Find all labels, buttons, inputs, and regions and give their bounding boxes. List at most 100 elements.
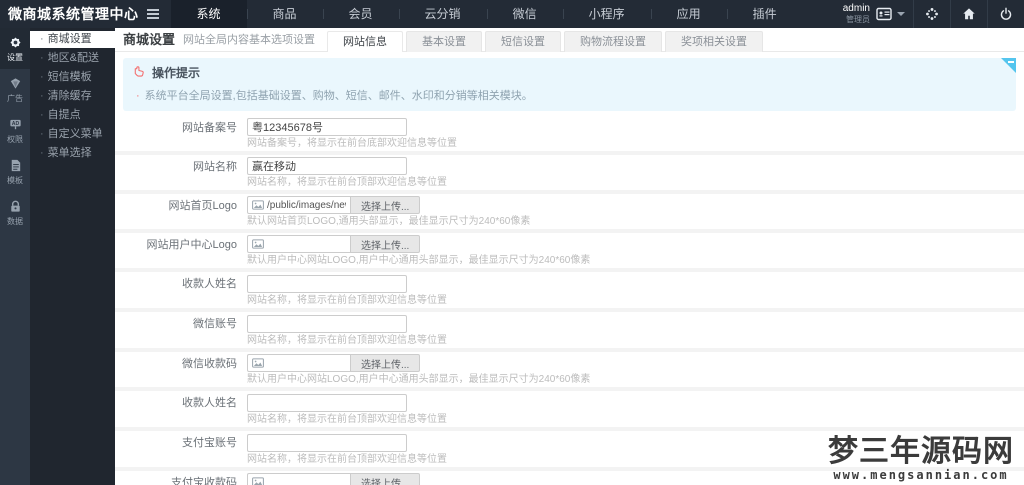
field-help: 网站备案号，将显示在前台底部欢迎信息等位置 xyxy=(247,138,457,149)
top-menu-item[interactable]: 会员 xyxy=(322,0,399,28)
image-icon xyxy=(252,200,264,210)
field-help: 网站名称，将显示在前台顶部欢迎信息等位置 xyxy=(247,454,447,465)
user-menu[interactable]: admin 管理员 xyxy=(843,4,870,24)
tab[interactable]: 奖项相关设置 xyxy=(665,31,764,52)
top-menu: 系统 商品 会员 云分销 微信 小程序 应用 插件 xyxy=(170,0,803,28)
form-row: 微信账号 网站名称，将显示在前台顶部欢迎信息等位置 xyxy=(115,308,1024,348)
rail-item[interactable]: 广告 xyxy=(0,69,30,110)
tab[interactable]: 短信设置 xyxy=(485,31,562,52)
form-row: 网站备案号 网站备案号，将显示在前台底部欢迎信息等位置 xyxy=(115,116,1024,151)
chevron-down-icon[interactable] xyxy=(897,12,905,16)
field-input[interactable] xyxy=(247,315,407,333)
watermark-title: 梦三年源码网 xyxy=(828,433,1014,469)
top-menu-item[interactable]: 应用 xyxy=(650,0,727,28)
upload-button[interactable]: 选择上传... xyxy=(351,235,421,253)
watermark: 梦三年源码网 www.mengsannian.com xyxy=(828,433,1014,482)
submenu-item[interactable]: 自定义菜单 xyxy=(30,126,115,143)
rail-item[interactable]: 模板 xyxy=(0,151,30,192)
upload-path-box[interactable] xyxy=(247,473,351,485)
upload-button[interactable]: 选择上传... xyxy=(351,473,421,485)
top-menu-item[interactable]: 微信 xyxy=(486,0,563,28)
submenu-item[interactable]: 清除缓存 xyxy=(30,88,115,105)
field-label: 网站名称 xyxy=(193,161,237,173)
notice-title: 操作提示 xyxy=(152,66,201,80)
watermark-url: www.mengsannian.com xyxy=(833,468,1009,482)
form-row: 收款人姓名 网站名称，将显示在前台顶部欢迎信息等位置 xyxy=(115,268,1024,308)
document-icon xyxy=(0,158,30,173)
rail-item-label: 数据 xyxy=(7,217,23,226)
field-label: 网站首页Logo xyxy=(168,200,237,212)
tab[interactable]: 基本设置 xyxy=(406,31,483,52)
field-help: 默认用户中心网站LOGO,用户中心通用头部显示，最佳显示尺寸为240*60像素 xyxy=(247,255,591,266)
home-icon[interactable] xyxy=(951,0,987,28)
upload-path-box[interactable] xyxy=(247,354,351,372)
field-help: 网站名称，将显示在前台顶部欢迎信息等位置 xyxy=(247,414,447,425)
field-input[interactable] xyxy=(247,118,407,136)
submenu-item[interactable]: 商城设置 xyxy=(25,31,115,48)
user-name: admin xyxy=(842,3,870,14)
field-input[interactable] xyxy=(247,157,407,175)
field-help: 默认网站首页LOGO,通用头部显示，最佳显示尺寸为240*60像素 xyxy=(247,216,531,227)
app-title: 微商城系统管理中心 xyxy=(8,6,139,22)
page-subtitle: 网站全局内容基本选项设置 xyxy=(183,34,316,46)
submenu-item[interactable]: 自提点 xyxy=(30,107,115,124)
form-row: 网站用户中心Logo 选择上传... 默认用户中心网站LOGO,用户中心通用头部… xyxy=(115,229,1024,268)
notice-box: 操作提示 系统平台全局设置,包括基础设置、购物、短信、邮件、水印和分销等相关模块… xyxy=(123,58,1016,111)
tab[interactable]: 网站信息 xyxy=(327,31,404,52)
user-role: 管理员 xyxy=(846,15,870,24)
page-title: 商城设置 xyxy=(123,32,176,47)
diamond-icon xyxy=(0,76,30,91)
submenu-sidebar: 商城设置地区&配送短信模板清除缓存自提点自定义菜单菜单选择 xyxy=(25,28,115,485)
top-menu-item[interactable]: 云分销 xyxy=(398,0,487,28)
tab[interactable]: 购物流程设置 xyxy=(564,31,663,52)
field-label: 支付宝账号 xyxy=(182,437,237,449)
ad-sign-icon: AD xyxy=(0,117,30,132)
notice-line: 系统平台全局设置,包括基础设置、购物、短信、邮件、水印和分销等相关模块。 xyxy=(133,87,1006,103)
top-menu-item[interactable]: 商品 xyxy=(246,0,323,28)
form-row: 收款人姓名 网站名称，将显示在前台顶部欢迎信息等位置 xyxy=(115,387,1024,427)
clear-cache-icon[interactable] xyxy=(914,0,950,28)
field-help: 网站名称，将显示在前台顶部欢迎信息等位置 xyxy=(247,295,447,306)
id-card-icon[interactable] xyxy=(876,7,892,21)
upload-button[interactable]: 选择上传... xyxy=(351,354,421,372)
top-menu-item[interactable]: 小程序 xyxy=(562,0,651,28)
submenu-item[interactable]: 菜单选择 xyxy=(30,145,115,162)
hamburger-icon[interactable] xyxy=(146,0,167,28)
rail-item[interactable]: AD 权限 xyxy=(0,110,30,151)
settings-form: 网站备案号 网站备案号，将显示在前台底部欢迎信息等位置 网站名称 网站名称，将显… xyxy=(115,116,1024,485)
top-menu-item[interactable]: 系统 xyxy=(170,0,247,28)
rail-item[interactable]: 设置 xyxy=(0,28,30,69)
field-help: 网站名称，将显示在前台顶部欢迎信息等位置 xyxy=(247,335,447,346)
rail-item[interactable]: 数据 xyxy=(0,192,30,233)
power-icon[interactable] xyxy=(988,0,1024,28)
field-input[interactable] xyxy=(247,394,407,412)
tab-bar: 网站信息 基本设置 短信设置 购物流程设置 奖项相关设置 xyxy=(327,30,766,52)
image-icon xyxy=(252,358,264,368)
icon-sidebar: 设置 广告 AD 权限 模板 数据 xyxy=(0,28,30,485)
field-input[interactable] xyxy=(247,275,407,293)
gear-icon xyxy=(0,35,30,50)
upload-button[interactable]: 选择上传... xyxy=(351,196,421,214)
form-row: 网站首页Logo /public/images/newLogo.pn 选择上传..… xyxy=(115,190,1024,229)
upload-path-box[interactable] xyxy=(247,235,351,253)
lock-icon xyxy=(0,199,30,214)
field-label: 网站备案号 xyxy=(182,122,237,134)
topbar: 微商城系统管理中心 系统 商品 会员 云分销 微信 小程序 应用 插件 admin 管理员 xyxy=(0,0,1024,28)
rail-item-label: 广告 xyxy=(7,94,23,103)
field-label: 支付宝收款码 xyxy=(171,477,237,485)
field-help: 默认用户中心网站LOGO,用户中心通用头部显示，最佳显示尺寸为240*60像素 xyxy=(247,374,591,385)
field-label: 微信收款码 xyxy=(182,358,237,370)
upload-path-box[interactable]: /public/images/newLogo.pn xyxy=(247,196,351,214)
submenu-item[interactable]: 地区&配送 xyxy=(30,50,115,67)
submenu-item[interactable]: 短信模板 xyxy=(30,69,115,86)
rail-item-label: 设置 xyxy=(7,53,23,62)
svg-text:AD: AD xyxy=(11,121,19,127)
field-label: 收款人姓名 xyxy=(182,397,237,409)
collapse-fold-icon[interactable] xyxy=(1001,58,1016,73)
upload-path-value: /public/images/newLogo.pn xyxy=(267,199,346,211)
top-menu-item[interactable]: 插件 xyxy=(726,0,803,28)
field-input[interactable] xyxy=(247,434,407,452)
field-label: 网站用户中心Logo xyxy=(146,239,237,251)
main-content: 商城设置 网站全局内容基本选项设置 网站信息 基本设置 短信设置 购物流程设置 奖项相关… xyxy=(115,28,1024,485)
form-row: 微信收款码 选择上传... 默认用户中心网站LOGO,用户中心通用头部显示，最佳… xyxy=(115,348,1024,387)
